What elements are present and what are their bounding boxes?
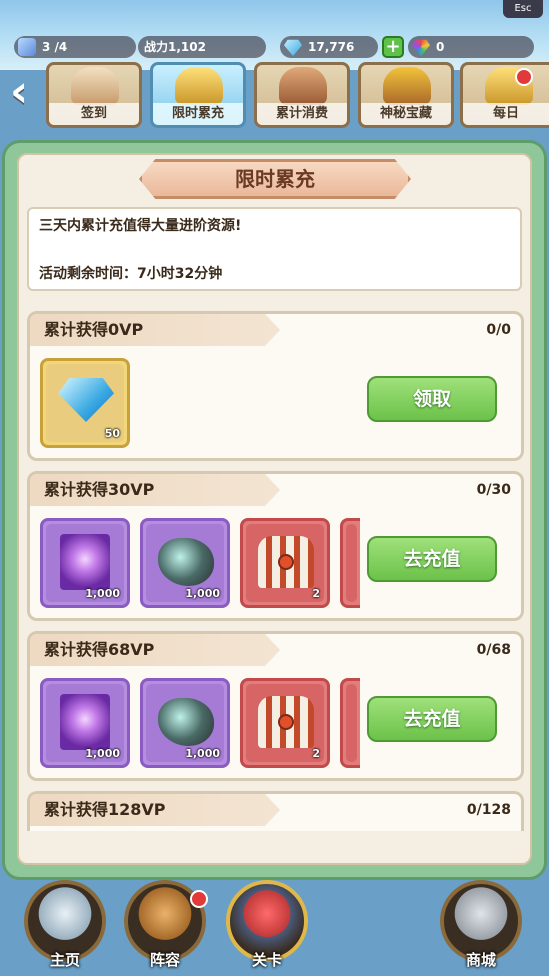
reward-item[interactable]: 1,000 (140, 518, 230, 608)
item-count: 2 (312, 747, 320, 760)
reward-title: 累计获得128VP (30, 794, 280, 826)
add-diamond-button[interactable]: + (382, 36, 404, 58)
tab-mystery-treasure[interactable]: 神秘宝藏 (358, 62, 454, 128)
panel-title: 限时累充 (139, 159, 411, 199)
nav-home[interactable]: 主页 (20, 880, 110, 974)
reward-title: 累计获得0VP (30, 314, 280, 346)
gem-value: 0 (436, 40, 445, 54)
esc-button[interactable]: Esc (503, 0, 543, 18)
item-count: 1,000 (185, 587, 220, 600)
nav-label: 主页 (49, 951, 80, 969)
reward-card: 累计获得0VP 0/0 50 领取 (27, 311, 524, 461)
notification-dot (190, 890, 208, 908)
recharge-button[interactable]: 去充值 (367, 696, 497, 742)
gem-counter: 0 (408, 36, 534, 58)
bottom-nav: 主页 阵容 关卡 商城 (0, 880, 549, 976)
reward-item-partial[interactable] (340, 678, 360, 768)
recharge-button[interactable]: 去充值 (367, 536, 497, 582)
stamina-counter: 3 /4 (14, 36, 136, 58)
ore-stone-icon (158, 698, 214, 746)
rainbow-gem-icon (412, 39, 430, 56)
nav-lineup[interactable]: 阵容 (120, 880, 210, 974)
reward-item[interactable]: 2 (240, 678, 330, 768)
reward-card: 累计获得30VP 0/30 1,000 1,000 2 去充值 (27, 471, 524, 621)
spellbook-icon (60, 534, 110, 590)
chevron-left-icon[interactable]: ‹ (10, 70, 40, 116)
panel-inner: 限时累充 三天内累计充值得大量进阶资源! 活动剩余时间：7小时32分钟 累计获得… (17, 153, 532, 865)
tab-label: 签到 (49, 103, 139, 125)
item-count: 1,000 (185, 747, 220, 760)
item-count: 1,000 (85, 747, 120, 760)
scroll-icon (71, 67, 119, 105)
nav-label: 商城 (465, 951, 496, 969)
ore-stone-icon (158, 538, 214, 586)
tab-label: 每日 (463, 103, 549, 125)
reward-card: 累计获得68VP 0/68 1,000 1,000 2 去充值 (27, 631, 524, 781)
reward-progress: 0/0 (486, 322, 511, 338)
nav-stages[interactable]: 关卡 (222, 880, 312, 974)
chest-lock-icon (278, 554, 294, 570)
main-panel: 限时累充 三天内累计充值得大量进阶资源! 活动剩余时间：7小时32分钟 累计获得… (2, 140, 547, 880)
tab-label: 累计消费 (257, 103, 347, 125)
reward-progress: 0/68 (476, 642, 511, 658)
stamina-icon (18, 38, 36, 56)
item-count: 50 (104, 427, 120, 440)
reward-progress: 0/128 (466, 802, 511, 818)
diamond-counter: 17,776 (280, 36, 378, 58)
money-bag-icon (279, 67, 327, 105)
reward-item[interactable]: 1,000 (40, 678, 130, 768)
tab-cumulative-spend[interactable]: 累计消费 (254, 62, 350, 128)
reward-title: 累计获得30VP (30, 474, 280, 506)
gold-coins-icon (175, 67, 223, 105)
notification-dot (515, 68, 533, 86)
power-counter: 战力1,102 (138, 36, 266, 58)
event-tabs: ‹ 签到 限时累充 累计消费 神秘宝藏 每日 (0, 62, 549, 136)
diamond-icon (58, 378, 114, 422)
diamond-icon (284, 39, 302, 56)
claim-button[interactable]: 领取 (367, 376, 497, 422)
power-value: 战力1,102 (144, 40, 206, 54)
reward-progress: 0/30 (476, 482, 511, 498)
reward-item[interactable]: 1,000 (40, 518, 130, 608)
reward-item[interactable]: 2 (240, 518, 330, 608)
resource-bar: 3 /4 战力1,102 17,776 + 0 (0, 32, 549, 60)
reward-card: 累计获得128VP 0/128 (27, 791, 524, 831)
nav-label: 阵容 (149, 951, 180, 969)
item-count: 1,000 (85, 587, 120, 600)
stamina-value: 3 /4 (42, 40, 68, 54)
reward-title: 累计获得68VP (30, 634, 280, 666)
diamond-value: 17,776 (308, 40, 355, 54)
description-box: 三天内累计充值得大量进阶资源! 活动剩余时间：7小时32分钟 (27, 207, 522, 291)
item-count: 2 (312, 587, 320, 600)
treasure-chest-icon (383, 67, 431, 105)
nav-shop[interactable]: 商城 (436, 880, 526, 974)
reward-item[interactable]: 1,000 (140, 678, 230, 768)
reward-item-partial[interactable] (340, 518, 360, 608)
tab-label: 限时累充 (153, 103, 243, 125)
reward-item[interactable]: 50 (40, 358, 130, 448)
spellbook-icon (60, 694, 110, 750)
tab-sign-in[interactable]: 签到 (46, 62, 142, 128)
time-remaining: 活动剩余时间：7小时32分钟 (39, 266, 223, 282)
tab-label: 神秘宝藏 (361, 103, 451, 125)
description-text: 三天内累计充值得大量进阶资源! (39, 218, 242, 234)
tab-limited-recharge[interactable]: 限时累充 (150, 62, 246, 128)
chest-lock-icon (278, 714, 294, 730)
nav-label: 关卡 (251, 951, 282, 969)
tab-daily[interactable]: 每日 (460, 62, 549, 128)
